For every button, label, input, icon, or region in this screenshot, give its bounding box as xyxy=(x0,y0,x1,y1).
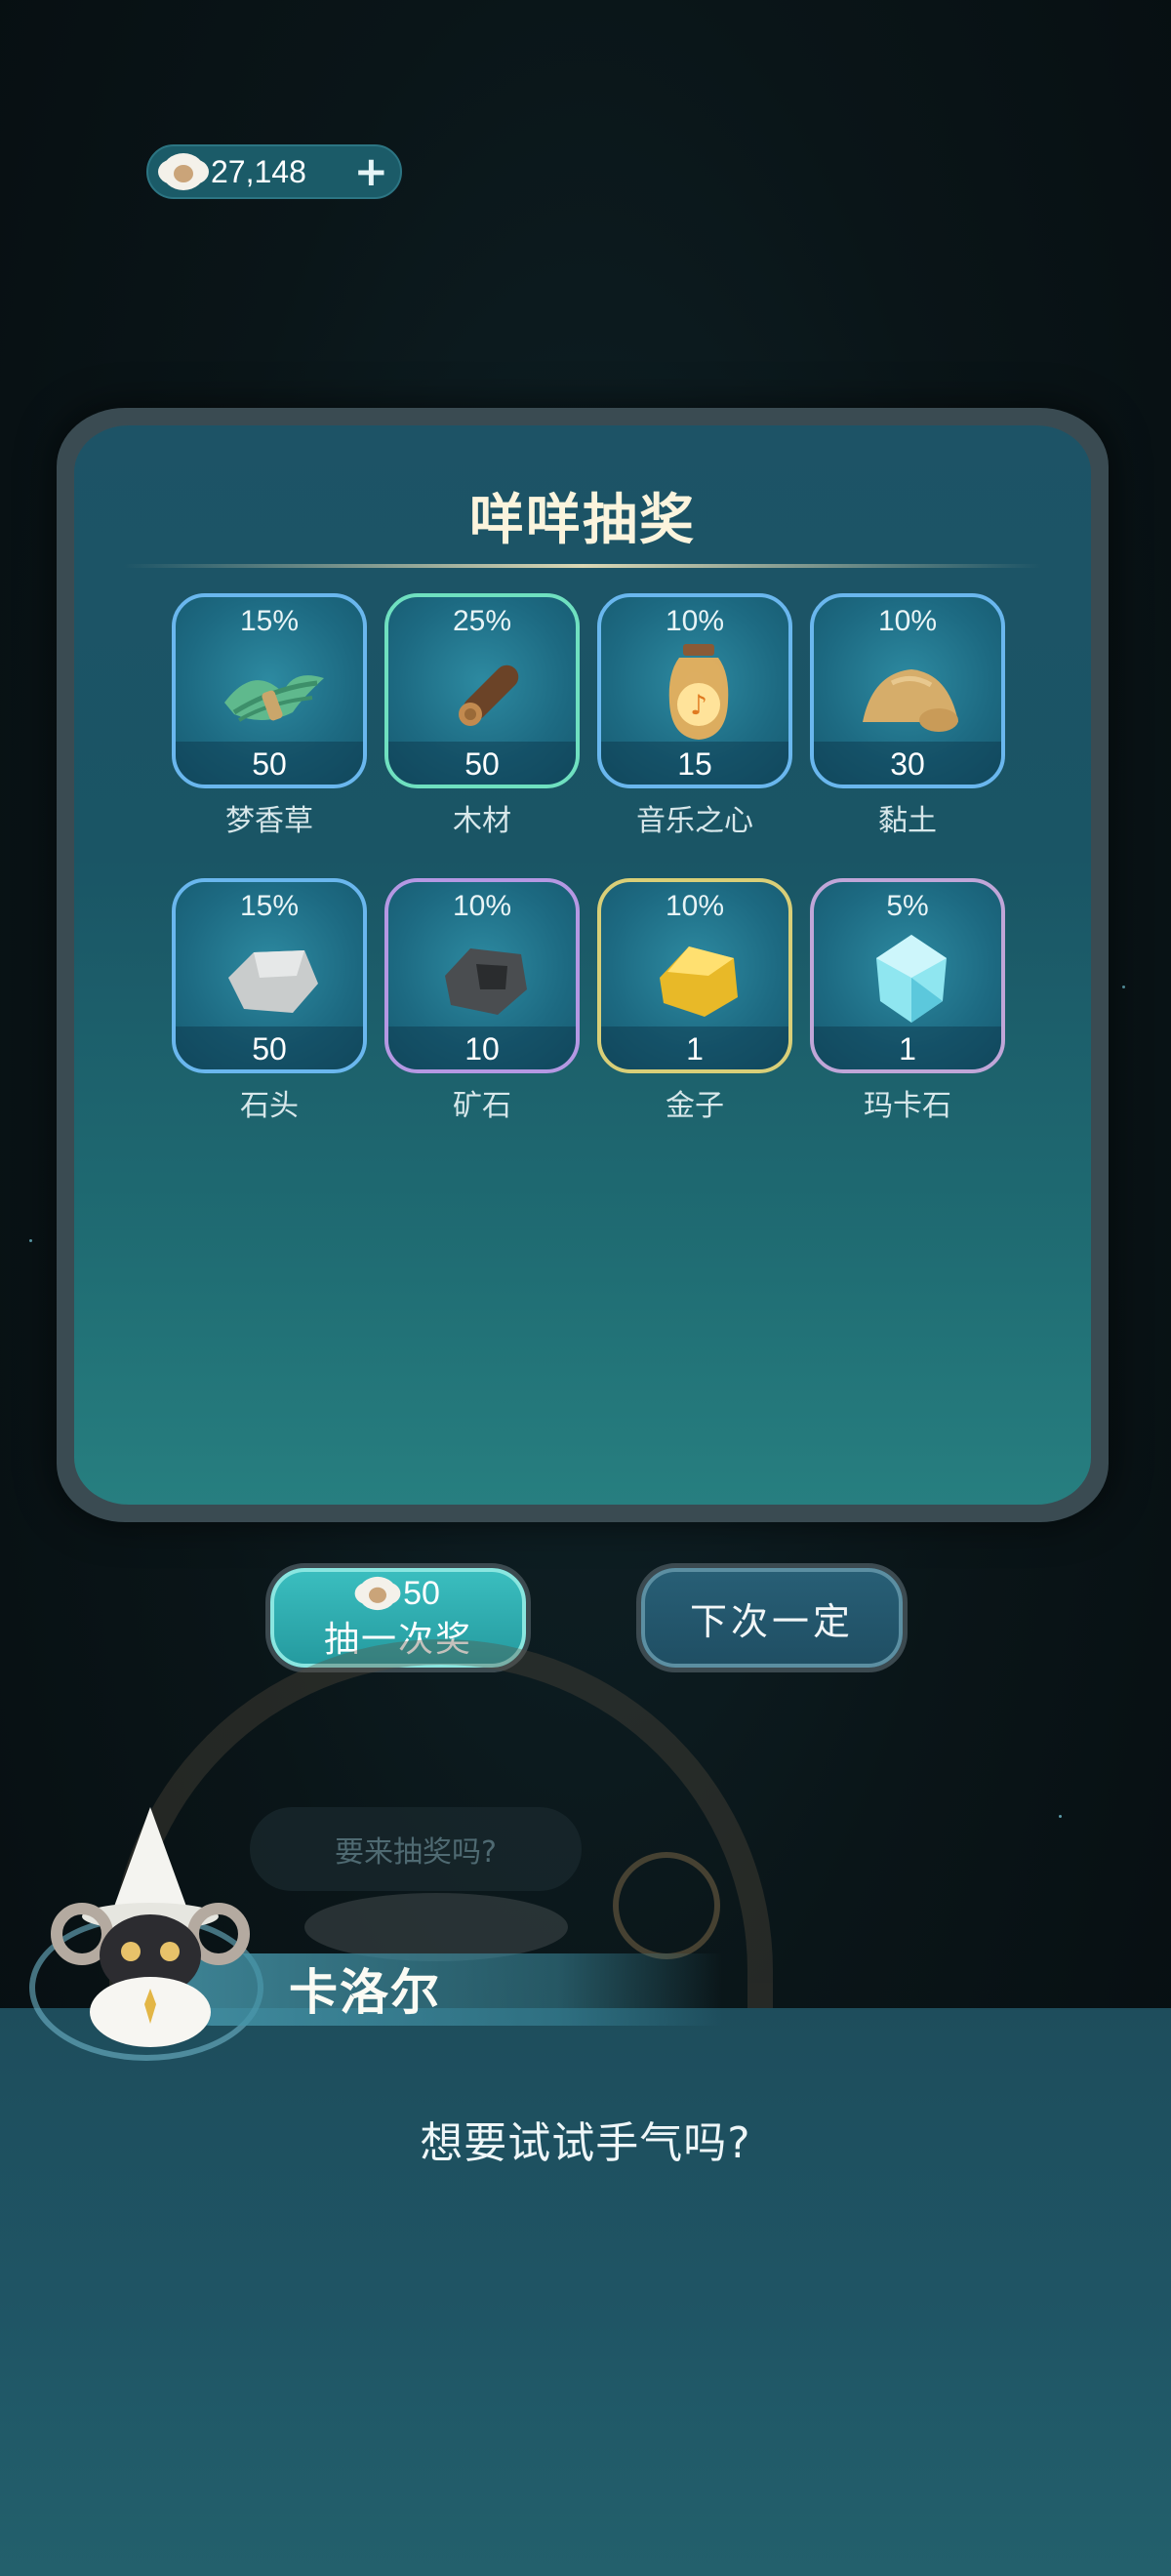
dialog-text: 想要试试手气吗? xyxy=(420,2118,751,2168)
grass-bundle-icon xyxy=(224,675,324,722)
prize-name: 黏土 xyxy=(878,804,937,838)
prize-name: 音乐之心 xyxy=(636,804,753,838)
prize-slot[interactable]: 15% 50 梦香草 xyxy=(172,593,367,839)
prize-slot[interactable]: 10% 30 黏土 xyxy=(810,593,1005,839)
star-sparkle xyxy=(29,1239,32,1242)
ore-icon xyxy=(445,948,527,1015)
prize-card[interactable]: 15% 50 xyxy=(172,593,367,788)
sheep-avatar xyxy=(51,1807,250,2047)
name-banner xyxy=(176,1953,722,2026)
prize-chance: 25% xyxy=(452,605,512,637)
prize-name: 梦香草 xyxy=(225,804,313,838)
svg-text:♪: ♪ xyxy=(690,689,707,721)
draw-cost: 50 xyxy=(356,1575,440,1613)
speaker-name: 卡洛尔 xyxy=(289,1964,441,2021)
prize-name: 玛卡石 xyxy=(864,1089,951,1123)
panel-title: 咩咩抽奖 xyxy=(469,489,696,552)
prize-chance: 15% xyxy=(239,890,300,922)
prize-card[interactable]: 10% 1 xyxy=(597,878,792,1073)
sheep-coin-icon xyxy=(162,153,205,190)
lottery-panel: 咩咩抽奖 15% 50 梦香草 25% 50 木材 10% ♪ 15 音乐之心 … xyxy=(57,408,1109,1522)
wood-log-icon xyxy=(459,664,519,726)
prize-quantity: 10 xyxy=(464,1031,500,1067)
dialog-box[interactable]: 想要试试手气吗? xyxy=(0,2008,1171,2576)
prize-slot[interactable]: 10% 10 矿石 xyxy=(384,878,580,1124)
prize-slot[interactable]: 5% 1 玛卡石 xyxy=(810,878,1005,1124)
prize-name: 金子 xyxy=(666,1089,724,1123)
prize-card[interactable]: 10% 10 xyxy=(384,878,580,1073)
prize-slot[interactable]: 25% 50 木材 xyxy=(384,593,580,839)
next-time-label: 下次一定 xyxy=(689,1599,854,1643)
prize-chance: 10% xyxy=(877,605,938,637)
prize-chance: 5% xyxy=(886,890,929,922)
prize-card[interactable]: 25% 50 xyxy=(384,593,580,788)
prize-quantity: 15 xyxy=(677,746,712,782)
prize-chance: 10% xyxy=(665,890,725,922)
star-sparkle xyxy=(1122,986,1125,988)
prize-quantity: 1 xyxy=(899,1031,916,1067)
prize-slot[interactable]: 10% ♪ 15 音乐之心 xyxy=(597,593,792,839)
currency-counter[interactable]: 27,148 + xyxy=(146,144,402,199)
prize-name: 矿石 xyxy=(453,1089,511,1123)
stone-icon xyxy=(228,950,318,1013)
prize-chance: 15% xyxy=(239,605,300,637)
background-speech-bubble: 要来抽奖吗? xyxy=(250,1807,582,1891)
music-heart-jar-icon: ♪ xyxy=(668,644,729,740)
add-currency-button[interactable]: + xyxy=(354,151,388,192)
lottery-panel-body: 咩咩抽奖 15% 50 梦香草 25% 50 木材 10% ♪ 15 音乐之心 … xyxy=(74,425,1091,1505)
prize-name: 石头 xyxy=(240,1089,299,1123)
prize-quantity: 50 xyxy=(464,746,500,782)
prize-quantity: 50 xyxy=(252,746,287,782)
draw-cost-amount: 50 xyxy=(403,1574,440,1612)
prize-card[interactable]: 15% 50 xyxy=(172,878,367,1073)
title-divider xyxy=(123,564,1042,568)
prize-quantity: 30 xyxy=(890,746,925,782)
clay-pile-icon xyxy=(863,669,958,732)
prize-slot[interactable]: 15% 50 石头 xyxy=(172,878,367,1124)
sheep-coin-icon xyxy=(358,1576,397,1611)
prize-card[interactable]: 10% ♪ 15 xyxy=(597,593,792,788)
prize-grid: 15% 50 梦香草 25% 50 木材 10% ♪ 15 音乐之心 10% 3… xyxy=(172,593,1005,1124)
prize-chance: 10% xyxy=(665,605,725,637)
prize-slot[interactable]: 10% 1 金子 xyxy=(597,878,792,1124)
prize-quantity: 50 xyxy=(252,1031,287,1067)
currency-amount: 27,148 xyxy=(211,153,306,189)
maka-crystal-icon xyxy=(876,935,947,1023)
prize-quantity: 1 xyxy=(686,1031,704,1067)
prize-name: 木材 xyxy=(453,804,511,838)
star-sparkle xyxy=(1059,1815,1062,1818)
prize-card[interactable]: 10% 30 xyxy=(810,593,1005,788)
prize-card[interactable]: 5% 1 xyxy=(810,878,1005,1073)
gold-nugget-icon xyxy=(660,946,738,1017)
next-time-button[interactable]: 下次一定 xyxy=(636,1563,908,1672)
prize-chance: 10% xyxy=(452,890,512,922)
